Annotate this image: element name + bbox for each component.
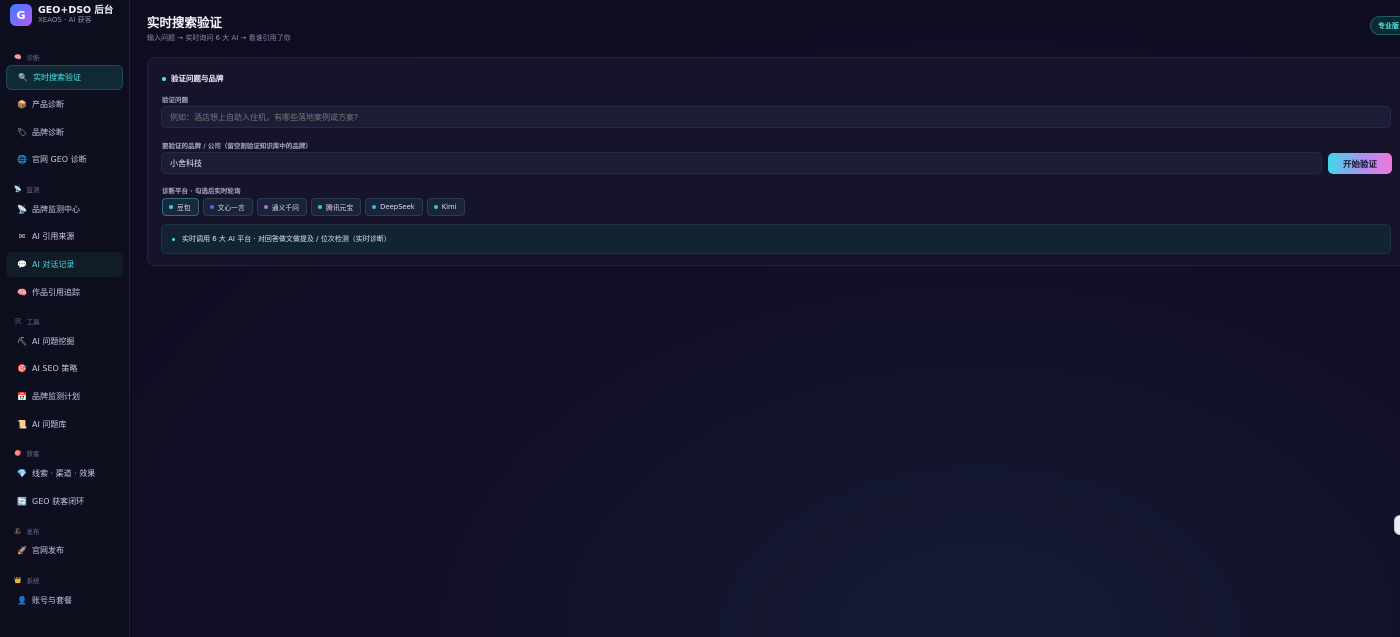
target-icon: 🎯 bbox=[14, 449, 22, 457]
tag-icon: 🏷 bbox=[16, 128, 28, 137]
brand-label: 要验证的品牌 / 公司（留空则验证知识库中的品牌） bbox=[162, 142, 312, 150]
brand-logo: G bbox=[10, 4, 32, 26]
brand-title: GEO+DSO 后台 bbox=[38, 4, 114, 16]
bullet-dot bbox=[162, 76, 166, 81]
sidebar-item-account[interactable]: 👤 账号与套餐 bbox=[6, 588, 123, 613]
platform-label: 诊断平台 · 勾选后实时轮询 bbox=[162, 187, 241, 195]
sidebar-item-leads[interactable]: 💎 线索 · 渠道 · 效果 bbox=[6, 461, 123, 486]
gem-icon: 💎 bbox=[17, 469, 27, 478]
status-dot bbox=[263, 205, 268, 209]
group-publish: 🎩 发布 bbox=[14, 527, 40, 537]
platform-chip-yuanbao[interactable]: 腾讯元宝 bbox=[310, 198, 362, 216]
sidebar-item-product-diagnosis[interactable]: 📦 产品诊断 bbox=[6, 92, 123, 117]
brand[interactable]: G GEO+DSO 后台 XEAOS · AI 获客 bbox=[10, 4, 113, 26]
bullet-dot bbox=[172, 237, 175, 241]
brain-icon: 🧠 bbox=[14, 53, 22, 61]
info-banner: 实时调用 6 大 AI 平台 · 对回答做文做提及 / 位次检测（实时诊断） bbox=[161, 224, 1391, 254]
page-subtitle: 输入问题 → 实时询问 6 大 AI → 看谁引用了你 bbox=[147, 34, 291, 42]
page-title: 实时搜索验证 bbox=[147, 15, 223, 30]
status-dot bbox=[317, 205, 322, 209]
group-acquire: 🎯 获客 bbox=[14, 449, 40, 459]
pickaxe-icon: ⛏ bbox=[16, 337, 28, 346]
question-label: 验证问题 bbox=[162, 96, 188, 104]
start-verify-button[interactable]: 开始验证 bbox=[1328, 153, 1392, 174]
refresh-icon: 🔄 bbox=[17, 497, 27, 506]
user-icon: 👤 bbox=[17, 596, 27, 605]
status-dot bbox=[433, 205, 438, 209]
floating-handle[interactable] bbox=[1394, 515, 1400, 535]
calendar-icon: 📅 bbox=[17, 392, 27, 401]
verify-card: 验证问题与品牌 验证问题 要验证的品牌 / 公司（留空则验证知识库中的品牌） 小… bbox=[147, 57, 1400, 266]
envelope-icon: ✉ bbox=[18, 232, 26, 241]
section-title: 验证问题与品牌 bbox=[162, 73, 224, 84]
tools-icon: 🛠 bbox=[14, 317, 22, 325]
brand-subtitle: XEAOS · AI 获客 bbox=[38, 16, 92, 25]
group-system: 👑 系统 bbox=[14, 576, 40, 586]
sidebar-item-question-bank[interactable]: 📜 AI 问题库 bbox=[6, 412, 123, 437]
sidebar: G GEO+DSO 后台 XEAOS · AI 获客 🧠 诊断 🔍 实时搜索验证 📦… bbox=[0, 0, 130, 637]
crown-icon: 👑 bbox=[14, 576, 22, 584]
status-dot bbox=[372, 205, 377, 209]
platform-chip-wenxin[interactable]: 文心一言 bbox=[202, 198, 253, 216]
scroll-icon: 📜 bbox=[17, 420, 27, 429]
sidebar-item-seo-strategy[interactable]: 🎯 AI SEO 策略 bbox=[6, 356, 123, 381]
satellite-icon: 📡 bbox=[17, 205, 27, 214]
group-monitor: 📡 监测 bbox=[14, 185, 40, 195]
status-dot bbox=[209, 205, 214, 209]
platform-chip-kimi[interactable]: Kimi bbox=[426, 198, 465, 216]
hat-icon: 🎩 bbox=[14, 527, 22, 535]
brand-input[interactable]: 小舍科技 bbox=[161, 152, 1322, 174]
sidebar-item-question-mining[interactable]: ⛏ AI 问题挖掘 bbox=[6, 329, 123, 354]
sidebar-item-geo-loop[interactable]: 🔄 GEO 获客闭环 bbox=[6, 489, 123, 514]
question-input[interactable] bbox=[161, 106, 1391, 128]
rocket-icon: 🚀 bbox=[17, 546, 27, 555]
platform-chips: 豆包 文心一言 通义千问 腾讯元宝 DeepSeek Kimi bbox=[162, 198, 469, 216]
sidebar-item-brand-diagnosis[interactable]: 🏷 品牌诊断 bbox=[6, 120, 123, 145]
plan-badge[interactable]: 专业版 bbox=[1370, 16, 1400, 35]
platform-chip-tongyi[interactable]: 通义千问 bbox=[256, 198, 307, 216]
sidebar-item-monitor-plan[interactable]: 📅 品牌监测计划 bbox=[6, 384, 123, 409]
antenna-icon: 📡 bbox=[14, 185, 22, 193]
magnifier-icon: 🔍 bbox=[18, 73, 28, 82]
dart-icon: 🎯 bbox=[17, 364, 27, 373]
group-tools: 🛠 工具 bbox=[14, 317, 40, 327]
chat-icon: 💬 bbox=[17, 260, 27, 269]
sidebar-item-realtime-search[interactable]: 🔍 实时搜索验证 bbox=[6, 65, 123, 90]
sidebar-item-ai-chat-log[interactable]: 💬 AI 对话记录 bbox=[6, 252, 123, 277]
group-diagnose: 🧠 诊断 bbox=[14, 53, 40, 63]
platform-chip-deepseek[interactable]: DeepSeek bbox=[365, 198, 423, 216]
package-icon: 📦 bbox=[17, 100, 27, 109]
status-dot bbox=[169, 205, 173, 209]
platform-chip-doubao[interactable]: 豆包 bbox=[162, 198, 199, 216]
sidebar-item-brand-monitor[interactable]: 📡 品牌监测中心 bbox=[6, 197, 123, 222]
globe-icon: 🌐 bbox=[17, 155, 27, 164]
sidebar-item-site-geo[interactable]: 🌐 官网 GEO 诊断 bbox=[6, 147, 123, 172]
sidebar-item-work-tracking[interactable]: 🧠 作品引用追踪 bbox=[6, 280, 123, 305]
sidebar-item-ai-sources[interactable]: ✉ AI 引用来源 bbox=[6, 224, 123, 249]
brain-icon: 🧠 bbox=[17, 288, 27, 297]
sidebar-item-site-publish[interactable]: 🚀 官网发布 bbox=[6, 538, 123, 563]
